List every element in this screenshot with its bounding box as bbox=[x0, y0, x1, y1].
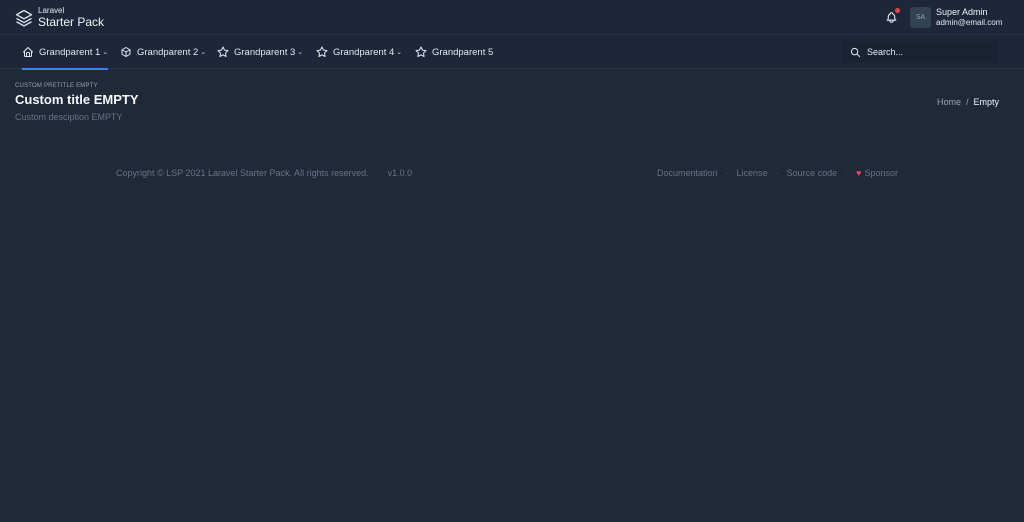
nav-item-grandparent-2[interactable]: Grandparent 2 ⌄ bbox=[120, 35, 206, 69]
page-description: Custom desciption EMPTY bbox=[15, 112, 123, 122]
heart-icon: ♥ bbox=[856, 168, 862, 178]
star-icon bbox=[217, 46, 229, 57]
nav-item-label: Grandparent 1 bbox=[39, 46, 101, 58]
footer-dot: · bbox=[775, 168, 779, 178]
breadcrumb-home[interactable]: Home bbox=[937, 97, 961, 107]
footer-dot: · bbox=[845, 168, 849, 178]
star-icon bbox=[415, 46, 427, 57]
breadcrumb-separator: / bbox=[965, 97, 969, 107]
chevron-down-icon: ⌄ bbox=[102, 49, 109, 56]
nav-item-grandparent-5[interactable]: Grandparent 5 bbox=[415, 35, 493, 69]
search-input[interactable] bbox=[867, 47, 987, 57]
nav-item-grandparent-1[interactable]: Grandparent 1 ⌄ bbox=[22, 35, 109, 70]
user-email: admin@email.com bbox=[936, 18, 1003, 27]
brand-line1: Laravel bbox=[38, 6, 65, 15]
footer-link-source-code[interactable]: Source code bbox=[787, 168, 838, 178]
footer-link-sponsor-label: Sponsor bbox=[864, 168, 898, 178]
nav-item-grandparent-4[interactable]: Grandparent 4 ⌄ bbox=[316, 35, 402, 69]
brand-line2: Starter Pack bbox=[38, 15, 105, 29]
page-title: Custom title EMPTY bbox=[15, 92, 139, 107]
breadcrumb: Home / Empty bbox=[937, 97, 999, 107]
footer-link-documentation[interactable]: Documentation bbox=[657, 168, 718, 178]
search-box[interactable] bbox=[842, 41, 998, 63]
notification-button[interactable] bbox=[885, 8, 900, 25]
nav-item-label: Grandparent 2 bbox=[137, 46, 199, 58]
user-name: Super Admin bbox=[936, 7, 988, 17]
breadcrumb-current: Empty bbox=[973, 97, 999, 107]
main-nav: Grandparent 1 ⌄ Grandparent 2 ⌄ Grandpar… bbox=[0, 35, 1024, 70]
user-menu[interactable]: Super Admin admin@email.com bbox=[936, 8, 1002, 27]
home-icon bbox=[23, 47, 33, 57]
footer-dot: · bbox=[725, 168, 729, 178]
nav-item-label: Grandparent 3 bbox=[234, 46, 296, 58]
footer-version[interactable]: v1.0.0 bbox=[388, 168, 413, 178]
footer-link-license[interactable]: License bbox=[737, 168, 768, 178]
nav-item-label: Grandparent 5 bbox=[432, 46, 494, 58]
brand-logo[interactable]: Laravel Starter Pack bbox=[14, 7, 104, 28]
avatar[interactable]: SA bbox=[910, 7, 931, 28]
chevron-down-icon: ⌄ bbox=[297, 49, 304, 56]
star-icon bbox=[316, 46, 328, 57]
page-pretitle: CUSTOM PRETITLE EMPTY bbox=[15, 83, 98, 89]
top-header: Laravel Starter Pack SA Super Admin admi… bbox=[0, 0, 1024, 35]
footer-copyright: Copyright © LSP 2021 Laravel Starter Pac… bbox=[116, 168, 369, 178]
footer-dot: · bbox=[376, 168, 380, 178]
footer-links: Documentation · License · Source code · … bbox=[657, 168, 898, 178]
search-icon bbox=[850, 47, 861, 57]
notification-badge bbox=[895, 8, 900, 13]
package-icon bbox=[121, 47, 131, 57]
nav-item-label: Grandparent 4 bbox=[333, 46, 395, 58]
footer-link-sponsor[interactable]: ♥ Sponsor bbox=[856, 168, 898, 178]
footer-left: Copyright © LSP 2021 Laravel Starter Pac… bbox=[116, 168, 412, 178]
nav-item-grandparent-3[interactable]: Grandparent 3 ⌄ bbox=[217, 35, 303, 69]
chevron-down-icon: ⌄ bbox=[396, 49, 403, 56]
chevron-down-icon: ⌄ bbox=[200, 49, 207, 56]
layers-icon bbox=[15, 9, 33, 27]
